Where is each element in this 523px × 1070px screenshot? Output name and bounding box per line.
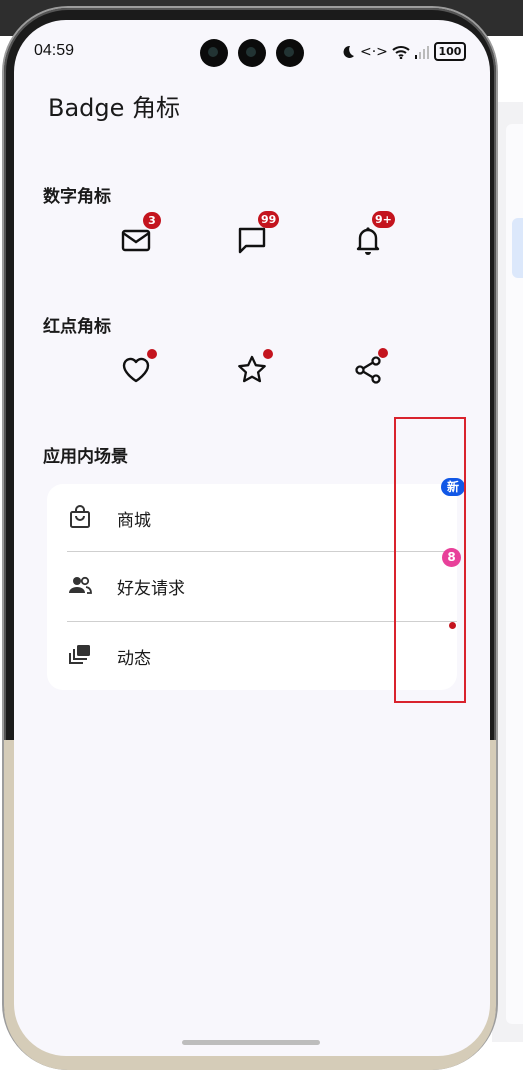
list-item-label: 商城 (117, 511, 151, 531)
list-item-label: 好友请求 (117, 579, 185, 599)
count-badge: 9+ (372, 211, 395, 228)
battery-icon: 100 (433, 42, 466, 61)
count-badge: 3 (143, 212, 161, 229)
list-item-label: 动态 (117, 649, 151, 669)
mail-button[interactable]: 3 (112, 212, 161, 264)
home-indicator[interactable] (182, 1040, 320, 1045)
background-panel (492, 102, 523, 1042)
section-title-number-badges: 数字角标 (43, 187, 111, 207)
heart-icon (122, 357, 150, 383)
section-title-in-app: 应用内场景 (43, 447, 128, 467)
bell-button[interactable]: 9+ (344, 211, 395, 264)
bell-icon (356, 227, 380, 255)
people-icon (69, 576, 92, 594)
red-dot-badge (263, 349, 273, 359)
highlight-box (394, 417, 466, 703)
cell-signal-icon (414, 45, 429, 59)
share-icon (355, 356, 381, 384)
star-icon (238, 355, 266, 383)
chat-button[interactable]: 99 (228, 211, 280, 264)
background-panel-highlight (512, 218, 523, 278)
heart-button[interactable] (112, 346, 160, 394)
moon-icon (343, 45, 354, 58)
camera-icon (238, 39, 266, 67)
camera-icon (276, 39, 304, 67)
chat-icon (238, 227, 266, 254)
share-button[interactable] (344, 346, 392, 394)
shopping-bag-icon (70, 505, 90, 528)
page-title: Badge 角标 (48, 94, 181, 122)
status-icons: <·> 100 (340, 42, 466, 61)
wifi-icon (392, 45, 410, 59)
status-time: 04:59 (34, 42, 75, 59)
stack-icon (69, 645, 90, 664)
section-title-dot-badges: 红点角标 (43, 317, 111, 337)
red-dot-badge (147, 349, 157, 359)
star-button[interactable] (228, 346, 276, 394)
camera-icon (200, 39, 228, 67)
mail-icon (121, 229, 151, 252)
count-badge: 99 (258, 211, 280, 228)
red-dot-badge (378, 348, 388, 358)
network-glyph: <·> (360, 43, 388, 60)
